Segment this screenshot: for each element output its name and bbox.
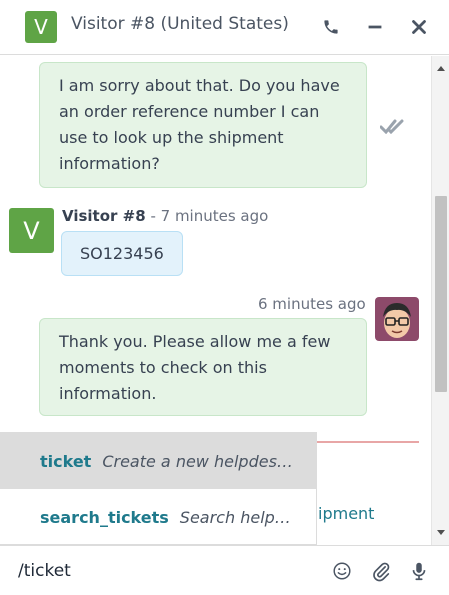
- phone-icon[interactable]: [320, 16, 342, 38]
- suggestion-command: ticket: [40, 451, 92, 471]
- message-author-line: Visitor #8 - 7 minutes ago: [62, 207, 268, 225]
- minimize-icon[interactable]: [364, 16, 386, 38]
- visitor-message-avatar: V: [9, 208, 54, 253]
- thread-scrollbar[interactable]: [431, 56, 449, 545]
- visitor-avatar: V: [25, 11, 57, 43]
- command-suggestions: ticket Create a new helpdes… search_tick…: [0, 432, 317, 545]
- seen-checkmarks-icon: [380, 119, 404, 134]
- suggestion-search-tickets[interactable]: search_tickets Search help…: [0, 489, 316, 545]
- suggestion-command: search_tickets: [40, 507, 169, 527]
- message-time: 6 minutes ago: [258, 295, 366, 313]
- chat-window-header: V Visitor #8 (United States): [0, 0, 449, 55]
- message-composer: [0, 545, 449, 595]
- microphone-icon[interactable]: [408, 560, 430, 582]
- message-text: I am sorry about that. Do you have an or…: [59, 76, 340, 173]
- agent-message-bubble: Thank you. Please allow me a few moments…: [39, 318, 367, 416]
- message-text: SO123456: [80, 244, 164, 263]
- emoji-icon[interactable]: [331, 560, 353, 582]
- new-messages-divider: [316, 441, 419, 443]
- paperclip-icon[interactable]: [370, 560, 392, 582]
- scroll-down-arrow-icon[interactable]: [432, 525, 449, 541]
- message-text: Thank you. Please allow me a few moments…: [59, 332, 331, 403]
- chat-title[interactable]: Visitor #8 (United States): [71, 14, 289, 34]
- message-input[interactable]: [8, 554, 318, 588]
- agent-avatar: [375, 297, 419, 341]
- suggestion-description: Search help…: [179, 507, 291, 527]
- close-icon[interactable]: [408, 16, 430, 38]
- author-name: Visitor #8: [62, 207, 146, 225]
- suggestion-ticket[interactable]: ticket Create a new helpdes…: [0, 433, 316, 489]
- agent-message-bubble: I am sorry about that. Do you have an or…: [39, 62, 367, 188]
- suggestion-description: Create a new helpdes…: [102, 451, 293, 471]
- scrollbar-thumb[interactable]: [435, 196, 447, 392]
- hidden-message-text: ipment: [318, 504, 375, 523]
- scroll-up-arrow-icon[interactable]: [432, 60, 449, 76]
- visitor-message-bubble: SO123456: [61, 231, 183, 276]
- message-time: - 7 minutes ago: [150, 207, 269, 225]
